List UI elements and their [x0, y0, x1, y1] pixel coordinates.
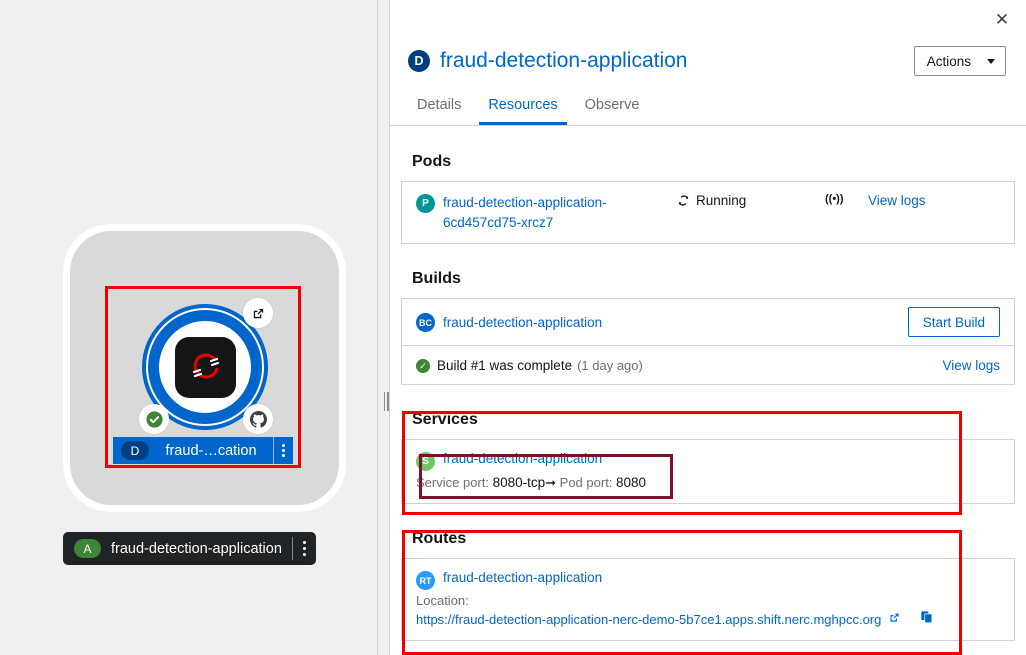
resource-kind-pill: D: [408, 50, 430, 72]
pod-status: Running: [677, 193, 746, 208]
topology-canvas[interactable]: D fraud-…cation A fraud-detection-applic…: [0, 0, 377, 655]
node-kind-pill: D: [121, 441, 149, 460]
route-name-link[interactable]: fraud-detection-application: [443, 570, 602, 585]
resources-content: Pods P fraud-detection-application-6cd45…: [390, 127, 1026, 655]
panel-resize-grip-icon[interactable]: [383, 392, 389, 411]
node-status-check-badge: [139, 404, 169, 434]
page-title[interactable]: fraud-detection-application: [440, 49, 688, 73]
app-root: D fraud-…cation A fraud-detection-applic…: [0, 0, 1026, 655]
build-status-time: (1 day ago): [577, 357, 643, 373]
route-row: RT fraud-detection-application Location:…: [402, 559, 1014, 640]
services-card: S fraud-detection-application Service po…: [401, 439, 1015, 505]
service-port-label: Service port:: [416, 475, 493, 491]
pod-name-link[interactable]: fraud-detection-application-6cd457cd75-x…: [443, 193, 673, 232]
build-status-row: ✓ Build #1 was complete (1 day ago) View…: [402, 345, 1014, 384]
application-label-text: fraud-detection-application: [111, 540, 282, 557]
buildconfig-kind-pill: BC: [416, 313, 435, 333]
build-status-text: Build #1 was complete: [437, 357, 573, 373]
panel-resize-divider[interactable]: [377, 0, 390, 655]
pod-port-value: 8080: [616, 475, 647, 491]
node-label-text: fraud-…cation: [165, 442, 257, 459]
application-kind-pill: A: [74, 539, 101, 558]
sync-icon: [678, 195, 689, 206]
actions-button[interactable]: Actions: [913, 46, 1006, 76]
pods-heading: Pods: [412, 153, 452, 170]
panel-header: D fraud-detection-application Actions: [390, 33, 1026, 89]
pod-port-label: Pod port:: [556, 475, 617, 491]
panel-tabs: Details Resources Observe: [390, 90, 1026, 126]
service-kind-pill: S: [416, 452, 435, 472]
tab-observe[interactable]: Observe: [576, 97, 649, 125]
application-group-chip[interactable]: A fraud-detection-application: [63, 532, 316, 565]
actions-button-label: Actions: [926, 53, 971, 69]
start-build-button[interactable]: Start Build: [907, 307, 1000, 338]
application-kebab-menu-icon[interactable]: [291, 537, 316, 560]
copy-icon[interactable]: [920, 610, 934, 629]
pod-status-text: Running: [696, 193, 747, 208]
chevron-down-icon: [987, 58, 995, 64]
service-port-value: 8080-tcp: [492, 475, 546, 491]
services-heading: Services: [412, 411, 478, 429]
service-row: S fraud-detection-application Service po…: [402, 440, 1014, 503]
build-view-logs-link[interactable]: View logs: [942, 358, 1000, 373]
pod-kind-pill: P: [416, 194, 435, 213]
close-icon[interactable]: ✕: [988, 5, 1016, 33]
port-arrow-icon: ➞: [545, 475, 557, 491]
tab-resources[interactable]: Resources: [479, 97, 567, 125]
buildconfig-row: BC fraud-detection-application Start Bui…: [402, 299, 1014, 345]
pod-signal-icon: ((•)): [825, 193, 844, 205]
service-name-link[interactable]: fraud-detection-application: [443, 451, 602, 466]
builds-card: BC fraud-detection-application Start Bui…: [401, 298, 1015, 386]
routes-card: RT fraud-detection-application Location:…: [401, 558, 1015, 642]
route-kind-pill: RT: [416, 571, 435, 591]
builds-heading: Builds: [412, 270, 461, 288]
pods-card: P fraud-detection-application-6cd457cd75…: [401, 181, 1015, 245]
buildconfig-name-link[interactable]: fraud-detection-application: [443, 315, 602, 330]
check-circle-icon: ✓: [416, 359, 430, 374]
route-location-label: Location:: [416, 593, 469, 609]
topology-node-label[interactable]: D fraud-…cation: [113, 437, 293, 464]
pod-view-logs-link[interactable]: View logs: [868, 193, 926, 208]
pod-row: P fraud-detection-application-6cd457cd75…: [402, 182, 1014, 243]
node-github-badge[interactable]: [243, 404, 273, 434]
tab-details[interactable]: Details: [408, 97, 470, 125]
routes-heading: Routes: [412, 530, 467, 548]
node-external-link-badge[interactable]: [243, 298, 273, 328]
node-kebab-menu-icon[interactable]: [273, 437, 293, 464]
external-link-icon[interactable]: [888, 611, 901, 629]
resource-side-panel: ✕ D fraud-detection-application Actions …: [390, 0, 1026, 655]
route-url-link[interactable]: https://fraud-detection-application-nerc…: [416, 612, 881, 627]
